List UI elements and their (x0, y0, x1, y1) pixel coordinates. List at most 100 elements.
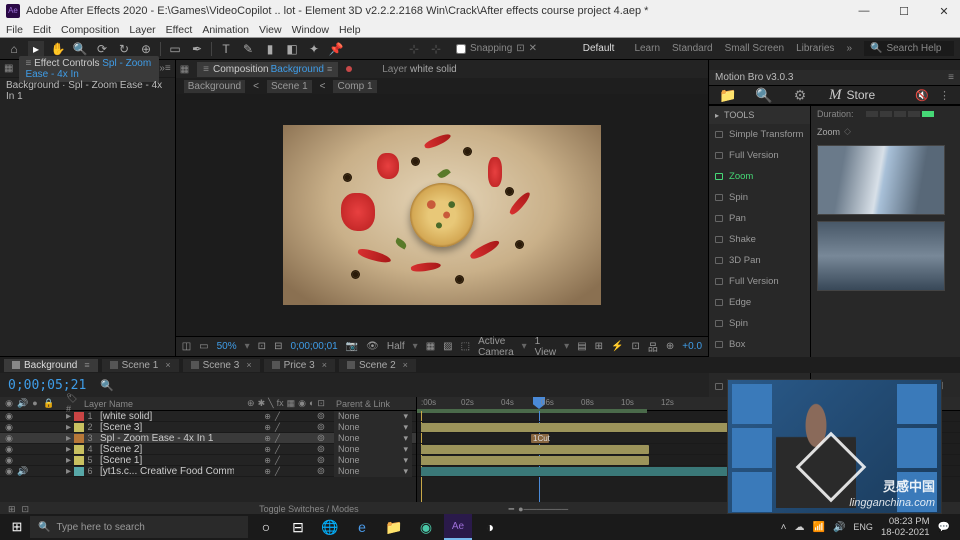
menu-edit[interactable]: Edit (33, 24, 51, 36)
fast-icon[interactable]: ⚡ (611, 341, 623, 352)
duration-bar[interactable] (894, 111, 906, 117)
layer-row[interactable]: ◉🔊▸6[yt1s.c... Creative Food Commercial.… (0, 466, 416, 477)
eraser-tool[interactable]: ◧ (284, 41, 300, 57)
zoom-slider[interactable]: ●─────── (518, 504, 568, 514)
timeline-search-icon[interactable]: 🔍 (100, 379, 114, 392)
brush-tool[interactable]: ✎ (240, 41, 256, 57)
reset-exp-icon[interactable]: ⊕ (666, 341, 674, 352)
start-button[interactable]: ⊞ (4, 514, 30, 540)
zoom-out-icon[interactable]: ━ (509, 504, 514, 515)
clip[interactable]: 1Cut (531, 434, 549, 443)
menu-file[interactable]: File (6, 24, 23, 36)
menu-composition[interactable]: Composition (61, 24, 119, 36)
explorer-icon[interactable]: 📁 (380, 514, 408, 540)
mask-icon[interactable]: ▭ (199, 341, 208, 352)
behind-tool[interactable]: ⊕ (138, 41, 154, 57)
timeline-tab-scene-3[interactable]: Scene 3× (183, 359, 260, 372)
layer-row[interactable]: ◉▸4[Scene 2]⊕╱⊚None▾ (0, 444, 416, 455)
clip[interactable] (421, 467, 741, 476)
pen-tool[interactable]: ✒ (189, 41, 205, 57)
panel-menu-icon[interactable]: ≡ (165, 63, 171, 74)
help-search-input[interactable]: 🔍Search Help (864, 41, 954, 56)
footage-panel-icon[interactable]: ▦ (180, 64, 189, 75)
3d-icon[interactable]: ⬚ (461, 341, 470, 352)
tools-header[interactable]: ▸TOOLS (709, 106, 810, 124)
workspace-more-icon[interactable]: » (846, 43, 852, 54)
tray-lang[interactable]: ENG (853, 522, 873, 532)
folder-icon[interactable]: 📁 (719, 86, 737, 104)
layer-row[interactable]: ◉▸5[Scene 1]⊕╱⊚None▾ (0, 455, 416, 466)
layer-row[interactable]: ◉▸3Spl - Zoom Ease - 4x In 1⊕╱⊚None▾ (0, 433, 416, 444)
alpha-icon[interactable]: ◫ (182, 341, 191, 352)
composition-tab[interactable]: ≡ Composition Background ≡ (197, 62, 338, 77)
clip[interactable] (421, 445, 649, 454)
clip[interactable] (421, 423, 741, 432)
chrome-icon[interactable]: 🌐 (316, 514, 344, 540)
search-icon[interactable]: 🔍 (755, 86, 773, 104)
menu-animation[interactable]: Animation (202, 24, 249, 36)
show-snapshot-icon[interactable]: 👁 (366, 341, 379, 352)
snap-opt2-icon[interactable]: ✕ (529, 43, 537, 54)
workspace-default[interactable]: Default (575, 41, 623, 56)
workspace-smallscreen[interactable]: Small Screen (725, 43, 784, 54)
breadcrumb-2[interactable]: Comp 1 (333, 80, 376, 93)
layer-tab[interactable]: Layer white solid (382, 64, 457, 75)
puppet-tool[interactable]: 📌 (328, 41, 344, 57)
duration-bar[interactable] (908, 111, 920, 117)
resolution-dropdown[interactable]: Half (387, 341, 405, 352)
tab-close-icon[interactable]: ≡ (327, 64, 332, 74)
workspace-standard[interactable]: Standard (672, 43, 713, 54)
menu-window[interactable]: Window (292, 24, 329, 36)
preset-thumbnail[interactable] (817, 145, 945, 215)
settings-icon[interactable]: ⚙ (791, 86, 809, 104)
category-box[interactable]: Box (709, 334, 810, 355)
timecode-display[interactable]: 0;00;00;01 (290, 341, 337, 352)
zoom-tool[interactable]: 🔍 (72, 41, 88, 57)
menu-effect[interactable]: Effect (166, 24, 193, 36)
breadcrumb-0[interactable]: Background (184, 80, 245, 93)
snapshot-icon[interactable]: 📷 (346, 341, 358, 352)
category-edge[interactable]: Edge (709, 292, 810, 313)
taskview-icon[interactable]: ⊟ (284, 514, 312, 540)
ie-icon[interactable]: e (348, 514, 376, 540)
timeline-tab-background[interactable]: Background≡ (4, 359, 98, 372)
clone-tool[interactable]: ▮ (262, 41, 278, 57)
category-simple-transform[interactable]: Simple Transform (709, 124, 810, 145)
res-full-icon[interactable]: ⊡ (258, 341, 266, 352)
taskbar-search-input[interactable]: 🔍Type here to search (30, 516, 248, 538)
axis-tool[interactable]: ⊹ (406, 41, 422, 57)
snap-opt1-icon[interactable]: ⊡ (516, 43, 524, 54)
res-half-icon[interactable]: ⊟ (274, 341, 282, 352)
hand-tool[interactable]: ✋ (50, 41, 66, 57)
clip[interactable] (421, 456, 649, 465)
menu-help[interactable]: Help (339, 24, 361, 36)
sound-icon[interactable]: 🔇 (915, 89, 929, 102)
tl-foot-icon[interactable]: ⊡ (22, 504, 30, 515)
timeline-tab-scene-1[interactable]: Scene 1× (102, 359, 179, 372)
minimize-button[interactable]: — (858, 5, 870, 18)
duration-bar[interactable] (866, 111, 878, 117)
timeline-tab-price-3[interactable]: Price 3× (264, 359, 335, 372)
edge-icon[interactable]: ◉ (412, 514, 440, 540)
timeline-timecode[interactable]: 0;00;05;21 (8, 378, 86, 393)
project-panel-icon[interactable]: ▦ (4, 63, 13, 74)
menu-view[interactable]: View (259, 24, 282, 36)
views-dropdown[interactable]: 1 View (535, 336, 557, 358)
category-pan[interactable]: Pan (709, 208, 810, 229)
store-button[interactable]: MStore (829, 87, 875, 104)
preset-thumbnail[interactable] (817, 221, 945, 291)
taskbar-clock[interactable]: 08:23 PM 18-02-2021 (881, 516, 930, 538)
tray-up-icon[interactable]: ˄ (781, 522, 787, 533)
exposure-value[interactable]: +0.0 (682, 341, 702, 352)
workspace-libraries[interactable]: Libraries (796, 43, 834, 54)
workspace-learn[interactable]: Learn (634, 43, 660, 54)
panel-menu-icon[interactable]: ≡ (948, 72, 954, 83)
selection-tool[interactable]: ▸ (28, 41, 44, 57)
category-full-version[interactable]: Full Version (709, 145, 810, 166)
layer-row[interactable]: ◉▸2[Scene 3]⊕╱⊚None▾ (0, 422, 416, 433)
tl-foot-icon[interactable]: ⊞ (8, 504, 16, 515)
category-zoom[interactable]: Zoom (709, 166, 810, 187)
display-icon[interactable]: ▤ (577, 341, 586, 352)
roto-tool[interactable]: ✦ (306, 41, 322, 57)
category-spin[interactable]: Spin (709, 187, 810, 208)
